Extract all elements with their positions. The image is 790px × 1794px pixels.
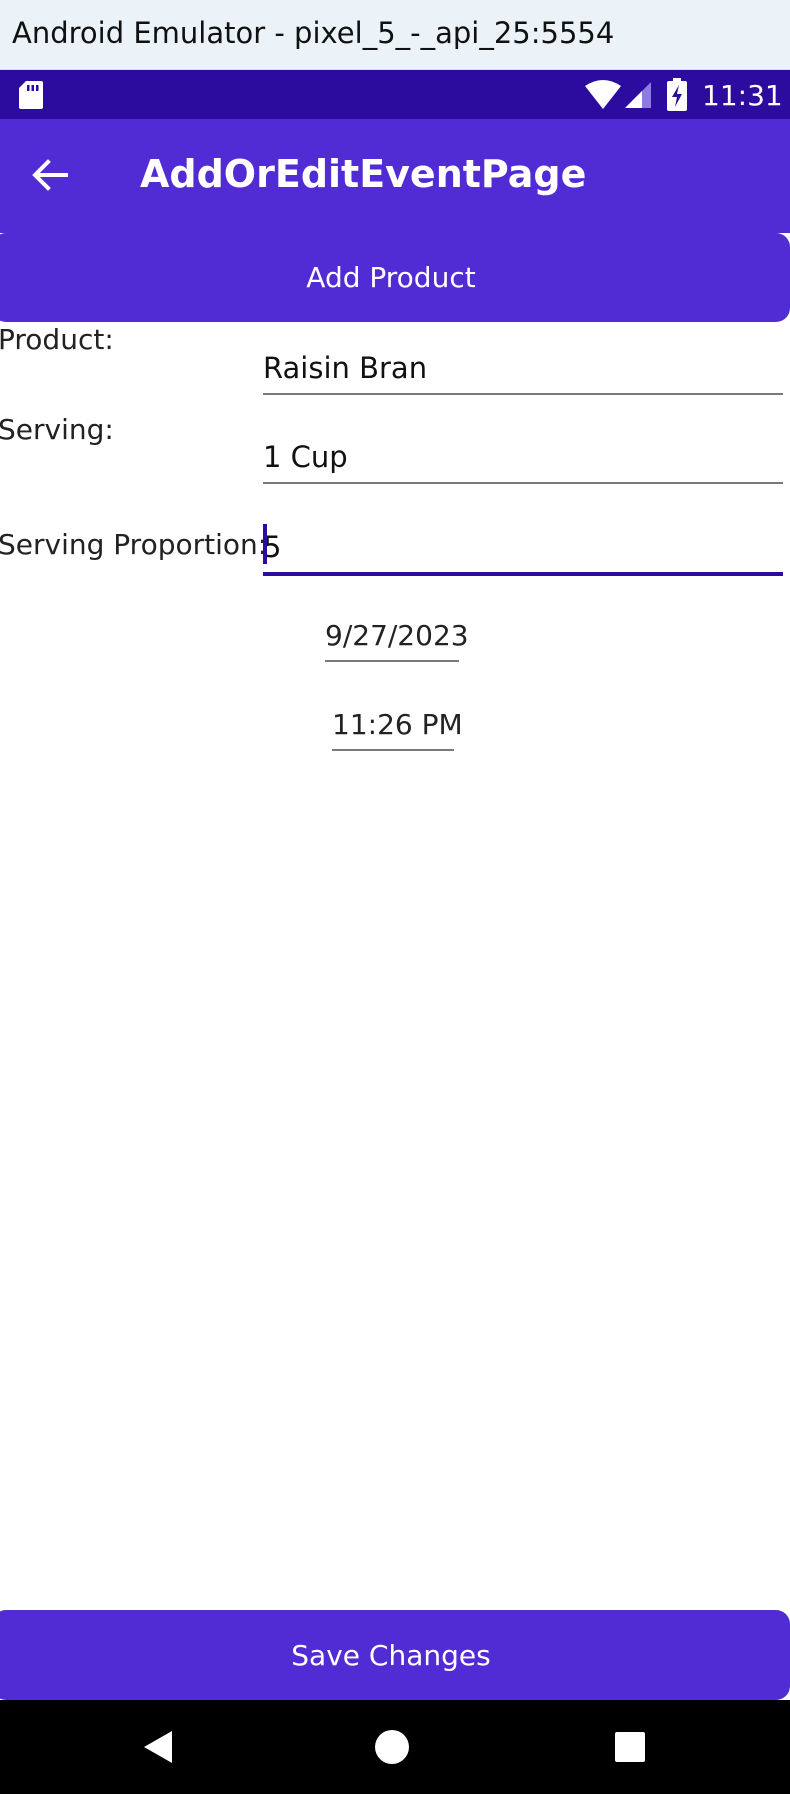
text-cursor <box>263 524 267 564</box>
sd-card-icon <box>19 81 43 109</box>
time-value: 11:26 PM <box>332 708 463 741</box>
save-changes-button-label: Save Changes <box>291 1638 491 1672</box>
signal-icon <box>625 82 651 108</box>
serving-label: Serving: <box>0 413 114 446</box>
nav-home-icon[interactable] <box>374 1729 410 1765</box>
navigation-bar <box>0 1700 790 1794</box>
battery-charging-icon <box>667 78 687 111</box>
emulator-title-bar: Android Emulator - pixel_5_-_api_25:5554 <box>0 0 790 70</box>
status-time: 11:31 <box>702 79 783 112</box>
add-product-button[interactable]: Add Product <box>0 233 790 322</box>
save-changes-button[interactable]: Save Changes <box>0 1610 790 1700</box>
app-toolbar: AddOrEditEventPage <box>0 119 790 233</box>
emulator-title: Android Emulator - pixel_5_-_api_25:5554 <box>12 16 615 50</box>
nav-recents-icon[interactable] <box>612 1729 648 1765</box>
screen: Android Emulator - pixel_5_-_api_25:5554… <box>0 0 790 1794</box>
product-field[interactable]: Raisin Bran <box>263 339 783 395</box>
serving-field[interactable]: 1 Cup <box>263 428 783 484</box>
nav-back-icon[interactable] <box>140 1729 176 1765</box>
serving-proportion-label: Serving Proportion: <box>0 528 268 561</box>
date-value: 9/27/2023 <box>325 619 469 652</box>
status-bar: 11:31 <box>0 70 790 119</box>
date-picker[interactable]: 9/27/2023 <box>325 608 469 662</box>
serving-value: 1 Cup <box>263 440 348 474</box>
wifi-icon <box>585 80 621 109</box>
product-value: Raisin Bran <box>263 351 428 385</box>
arrow-left-icon[interactable] <box>30 155 70 195</box>
product-label: Product: <box>0 323 114 356</box>
add-product-button-label: Add Product <box>306 261 476 294</box>
serving-proportion-field[interactable]: 5 <box>263 518 783 576</box>
time-picker[interactable]: 11:26 PM <box>332 697 463 751</box>
page-title: AddOrEditEventPage <box>140 152 587 196</box>
